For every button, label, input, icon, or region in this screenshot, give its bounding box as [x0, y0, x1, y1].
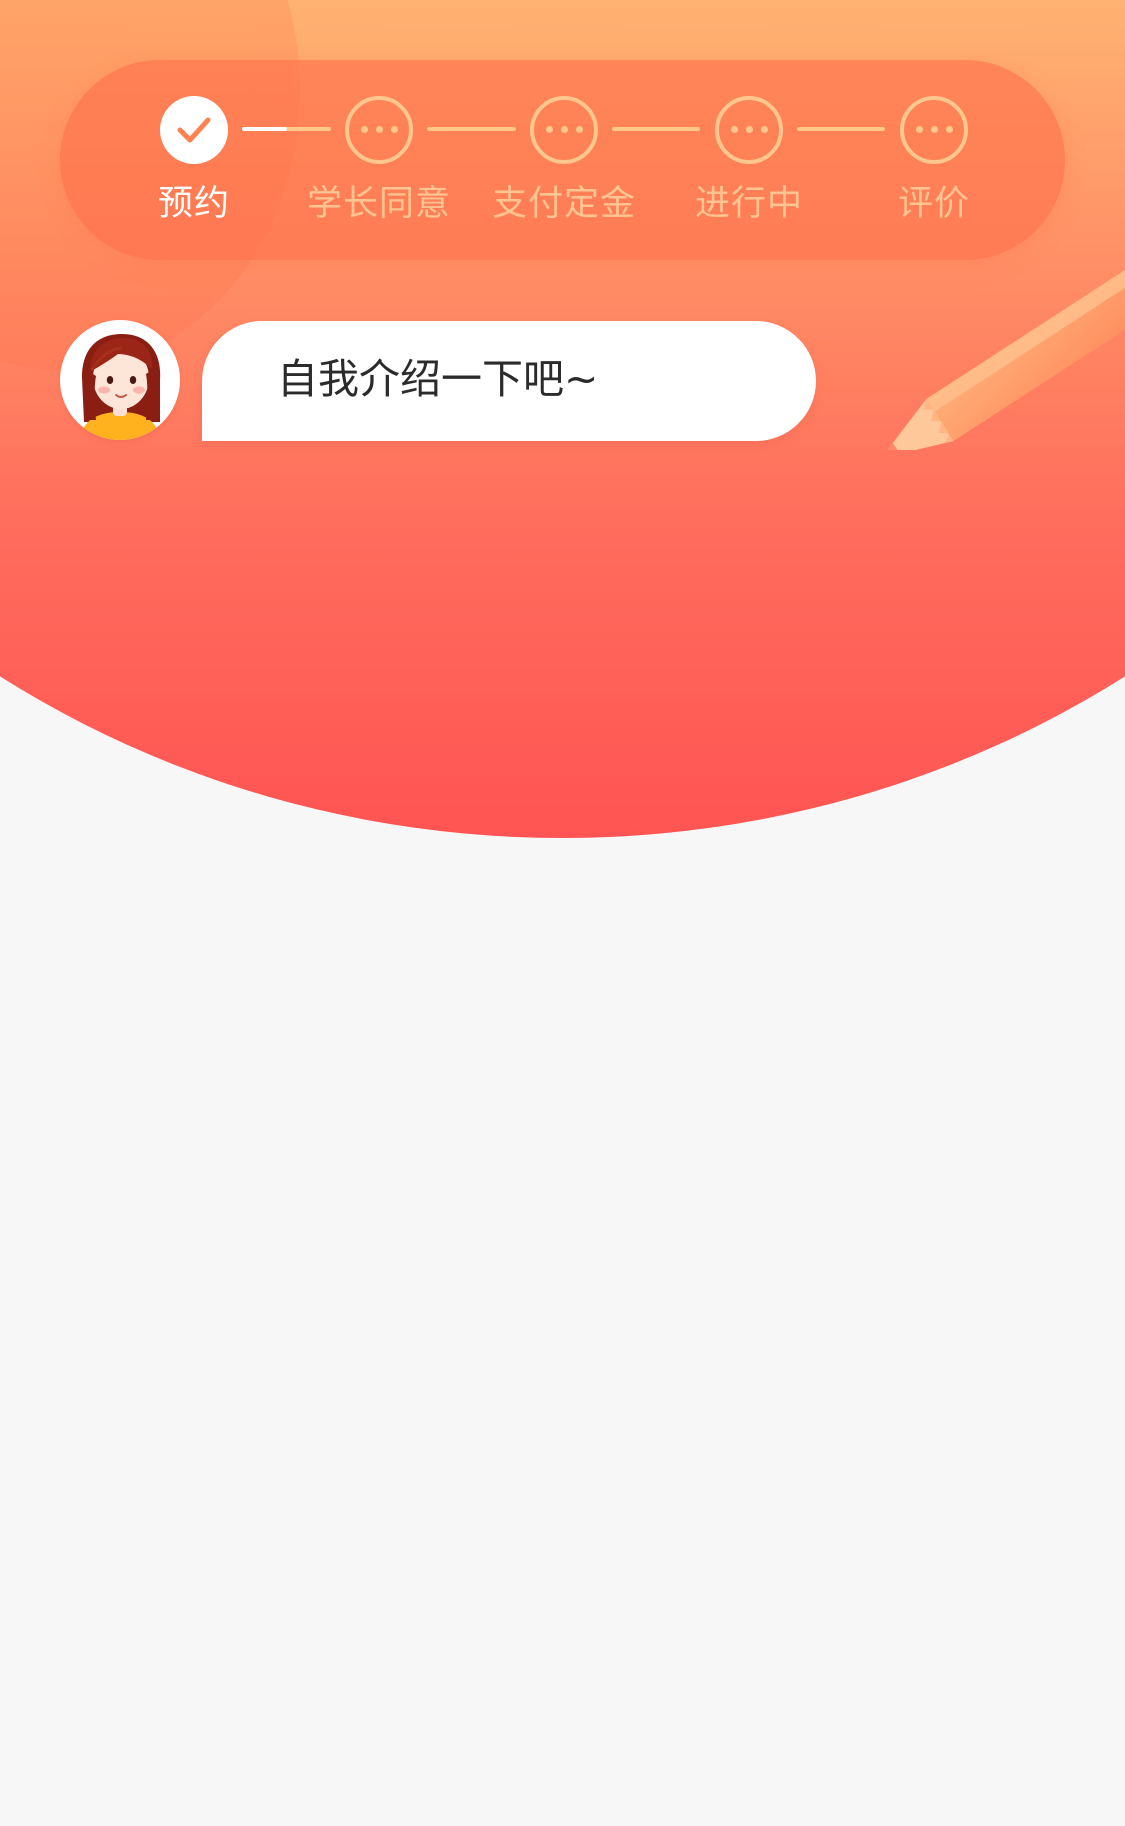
more-dots-icon — [719, 126, 779, 133]
step-connector-1 — [242, 127, 331, 131]
step-1-circle — [160, 96, 228, 164]
step-connector-4 — [797, 127, 885, 131]
chat-message: 自我介绍一下吧~ — [277, 355, 599, 403]
more-dots-icon — [534, 126, 594, 133]
check-icon — [177, 117, 211, 143]
step-3-circle — [530, 96, 598, 164]
step-connector-2 — [427, 127, 516, 131]
step-2-circle — [345, 96, 413, 164]
chat-bubble: 自我介绍一下吧~ — [202, 321, 816, 441]
more-dots-icon — [349, 126, 409, 133]
step-4-circle — [715, 96, 783, 164]
step-2-label: 学长同意 — [306, 184, 451, 224]
step-connector-3 — [612, 127, 700, 131]
step-1-label: 预约 — [157, 184, 230, 224]
step-5-circle — [900, 96, 968, 164]
girl-avatar-icon — [80, 334, 161, 440]
step-4-label: 进行中 — [694, 184, 803, 224]
more-dots-icon — [904, 126, 964, 133]
step-connector-progress — [242, 127, 287, 131]
pencil-icon — [881, 268, 1125, 450]
step-5-label: 评价 — [897, 184, 970, 224]
step-3-label: 支付定金 — [491, 184, 636, 224]
avatar[interactable] — [60, 320, 180, 440]
